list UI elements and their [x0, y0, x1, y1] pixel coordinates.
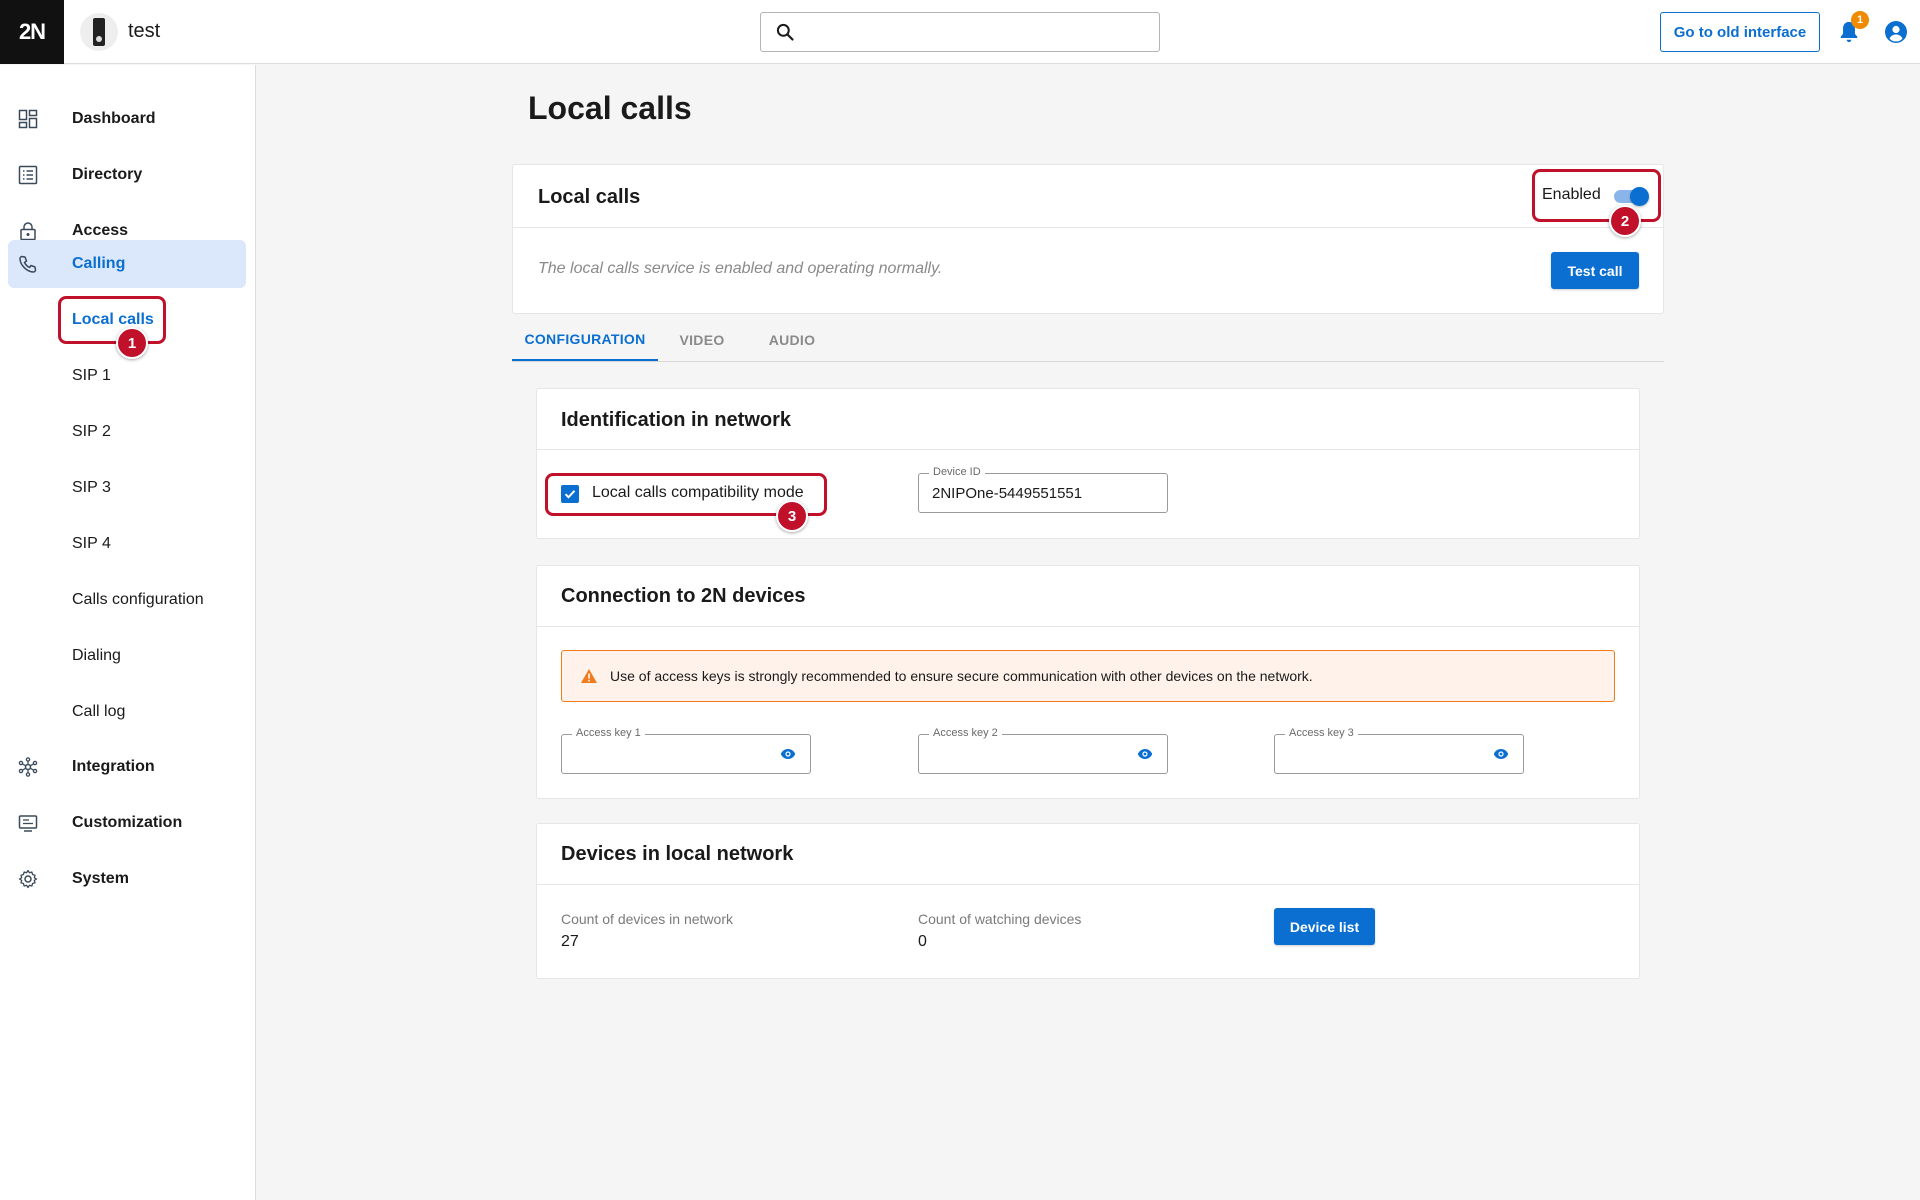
connection-title: Connection to 2N devices: [561, 585, 806, 607]
intercom-icon: [93, 18, 105, 46]
access-key-2-label: Access key 2: [929, 727, 1002, 739]
access-key-warning: Use of access keys is strongly recommend…: [561, 650, 1615, 702]
sidebar-subitem-calls-configuration[interactable]: Calls configuration: [72, 591, 204, 609]
old-interface-button[interactable]: Go to old interface: [1660, 12, 1820, 52]
device-id-label: Device ID: [929, 466, 985, 478]
device-count-label: Count of devices in network: [561, 911, 733, 927]
warning-icon: [581, 669, 597, 683]
watching-count-label: Count of watching devices: [918, 911, 1082, 927]
top-header: 2N test Go to old interface 1: [0, 0, 1920, 64]
phone-icon: [19, 255, 37, 273]
device-count-value: 27: [561, 933, 579, 950]
page-title: Local calls: [528, 90, 692, 126]
eye-icon[interactable]: [1137, 748, 1153, 760]
device-name: test: [128, 20, 161, 42]
card-divider: [513, 227, 1663, 228]
sidebar-item-label: Integration: [72, 758, 155, 775]
warning-text: Use of access keys is strongly recommend…: [610, 668, 1313, 684]
access-key-3-field[interactable]: Access key 3: [1274, 727, 1524, 774]
sidebar-item-customization[interactable]: Customization: [8, 799, 246, 847]
search-icon: [776, 23, 794, 41]
access-key-1-field[interactable]: Access key 1: [561, 727, 811, 774]
customization-icon: [18, 815, 38, 832]
annotation-marker-1: 1: [116, 327, 148, 359]
compatibility-mode-label[interactable]: Local calls compatibility mode: [592, 484, 804, 502]
sidebar-item-label: System: [72, 870, 129, 887]
sidebar: Dashboard Directory Access Calling Local…: [0, 65, 256, 1200]
device-id-value[interactable]: 2NIPOne-5449551551: [932, 485, 1082, 502]
card-divider: [537, 884, 1639, 885]
sidebar-item-integration[interactable]: Integration: [8, 743, 246, 791]
test-call-button[interactable]: Test call: [1551, 252, 1639, 289]
dashboard-icon: [18, 109, 38, 129]
search-box[interactable]: [760, 12, 1160, 52]
gear-icon: [18, 869, 38, 889]
device-avatar: [80, 13, 118, 51]
eye-icon[interactable]: [1493, 748, 1509, 760]
user-account-icon[interactable]: [1884, 20, 1908, 44]
directory-icon: [18, 165, 38, 185]
service-status-text: The local calls service is enabled and o…: [538, 260, 943, 277]
sidebar-subitem-sip-4[interactable]: SIP 4: [72, 535, 111, 553]
service-card-title: Local calls: [538, 186, 641, 208]
sidebar-item-label: Calling: [72, 255, 126, 272]
toggle-thumb: [1630, 187, 1649, 206]
devices-card: Devices in local network: [536, 823, 1640, 979]
device-id-field[interactable]: Device ID 2NIPOne-5449551551: [918, 466, 1168, 513]
eye-icon[interactable]: [780, 748, 796, 760]
checkmark-icon: [564, 490, 576, 499]
tab-video[interactable]: VIDEO: [668, 318, 736, 362]
tab-audio[interactable]: AUDIO: [758, 318, 826, 362]
sidebar-item-label: Directory: [72, 166, 143, 183]
watching-count-value: 0: [918, 933, 927, 950]
card-divider: [537, 626, 1639, 627]
enabled-toggle[interactable]: [1612, 187, 1649, 206]
tab-configuration[interactable]: CONFIGURATION: [512, 318, 658, 362]
device-list-button[interactable]: Device list: [1274, 908, 1375, 945]
identification-title: Identification in network: [561, 409, 792, 431]
card-divider: [537, 449, 1639, 450]
sidebar-item-dashboard[interactable]: Dashboard: [8, 95, 246, 143]
sidebar-item-calling[interactable]: Calling: [8, 240, 246, 288]
notification-badge: 1: [1851, 11, 1869, 29]
annotation-marker-3: 3: [776, 500, 808, 532]
sidebar-item-label: Dashboard: [72, 110, 156, 127]
sidebar-subitem-sip-1[interactable]: SIP 1: [72, 367, 111, 385]
integration-icon: [18, 757, 38, 777]
access-key-3-label: Access key 3: [1285, 727, 1358, 739]
enabled-label: Enabled: [1542, 186, 1601, 203]
sidebar-item-directory[interactable]: Directory: [8, 151, 246, 199]
access-key-1-label: Access key 1: [572, 727, 645, 739]
devices-title: Devices in local network: [561, 843, 794, 865]
local-calls-service-card: Local calls: [512, 164, 1664, 314]
lock-icon: [20, 222, 36, 241]
sidebar-item-label: Access: [72, 222, 129, 239]
access-key-2-field[interactable]: Access key 2: [918, 727, 1168, 774]
annotation-marker-2: 2: [1609, 205, 1641, 237]
sidebar-item-label: Customization: [72, 814, 183, 831]
sidebar-subitem-dialing[interactable]: Dialing: [72, 647, 121, 665]
search-input[interactable]: [807, 19, 1147, 45]
sidebar-subitem-sip-3[interactable]: SIP 3: [72, 479, 111, 497]
compatibility-mode-checkbox[interactable]: [561, 485, 579, 503]
sidebar-subitem-local-calls[interactable]: Local calls: [72, 311, 154, 329]
sidebar-subitem-sip-2[interactable]: SIP 2: [72, 423, 111, 441]
sidebar-item-system[interactable]: System: [8, 855, 246, 903]
tabs-underline: [512, 361, 1664, 362]
brand-logo[interactable]: 2N: [0, 0, 64, 64]
sidebar-subitem-call-log[interactable]: Call log: [72, 703, 125, 721]
identification-card: Identification in network: [536, 388, 1640, 539]
